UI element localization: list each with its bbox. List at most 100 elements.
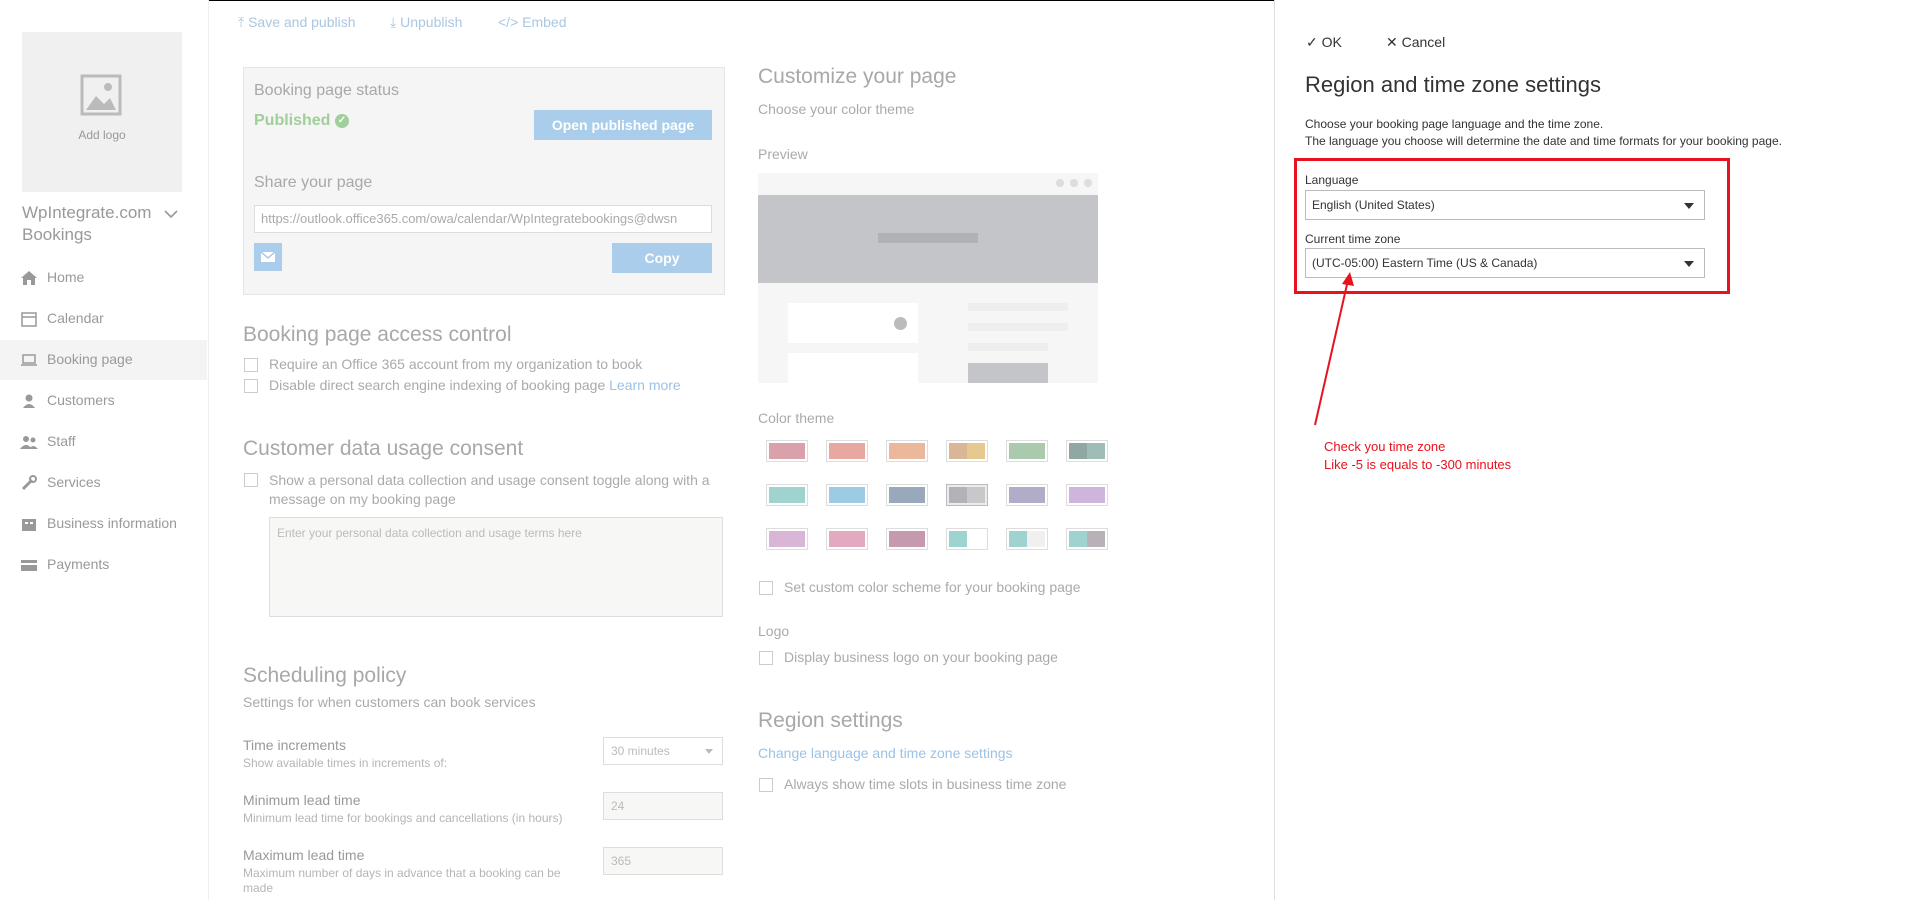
color-theme-swatch[interactable] xyxy=(766,440,808,462)
consent-checkbox[interactable] xyxy=(244,473,258,487)
swatch-color xyxy=(787,487,805,503)
sidebar-item-home[interactable]: Home xyxy=(0,258,207,298)
swatch-color xyxy=(889,487,907,503)
chevron-down-icon xyxy=(1684,203,1694,209)
preview-line xyxy=(968,343,1048,351)
swatch-color xyxy=(949,487,967,503)
business-timezone-checkbox[interactable] xyxy=(759,778,773,792)
color-theme-swatch[interactable] xyxy=(766,484,808,506)
max-lead-desc: Maximum number of days in advance that a… xyxy=(243,866,561,896)
disable-indexing-checkbox[interactable] xyxy=(244,379,258,393)
ok-button[interactable]: ✓ OK xyxy=(1306,34,1342,51)
embed-button[interactable]: </> Embed xyxy=(498,14,567,30)
sidebar-item-services[interactable]: Services xyxy=(0,463,207,503)
swatch-color xyxy=(907,443,925,459)
color-theme-swatch[interactable] xyxy=(946,440,988,462)
business-name[interactable]: WpIntegrate.com Bookings xyxy=(22,202,172,246)
display-logo-checkbox[interactable] xyxy=(759,651,773,665)
preview-card xyxy=(788,353,918,383)
left-nav: Add logo WpIntegrate.com Bookings Home C… xyxy=(0,0,209,900)
swatch-color xyxy=(787,531,805,547)
sidebar-item-staff[interactable]: Staff xyxy=(0,422,207,462)
open-published-page-button[interactable]: Open published page xyxy=(534,110,712,140)
require-account-checkbox[interactable] xyxy=(244,358,258,372)
swatch-color xyxy=(1009,487,1027,503)
unpublish-button[interactable]: ⤓ Unpublish xyxy=(390,14,462,31)
panel-title: Region and time zone settings xyxy=(1305,72,1601,97)
sidebar-item-calendar[interactable]: Calendar xyxy=(0,299,207,339)
preview-header-band xyxy=(758,195,1098,283)
ok-label: OK xyxy=(1321,34,1342,50)
sidebar-item-label: Payments xyxy=(47,556,110,572)
language-select[interactable]: English (United States) xyxy=(1305,190,1705,220)
chevron-down-icon xyxy=(1684,261,1694,267)
custom-scheme-checkbox[interactable] xyxy=(759,581,773,595)
save-publish-label: Save and publish xyxy=(248,14,356,30)
image-icon xyxy=(80,74,122,116)
swatch-color xyxy=(907,531,925,547)
consent-label-line2: message on my booking page xyxy=(269,491,456,507)
swatch-color xyxy=(967,487,985,503)
swatch-color xyxy=(1027,487,1045,503)
swatch-color xyxy=(769,487,787,503)
min-lead-desc: Minimum lead time for bookings and cance… xyxy=(243,811,563,825)
panel-description: Choose your booking page language and th… xyxy=(1305,116,1782,150)
time-increments-select[interactable]: 30 minutes xyxy=(603,737,723,765)
consent-terms-textarea[interactable]: Enter your personal data collection and … xyxy=(269,517,723,617)
add-logo-tile[interactable]: Add logo xyxy=(22,32,182,192)
color-theme-swatch[interactable] xyxy=(1006,484,1048,506)
max-lead-desc-line2: made xyxy=(243,881,274,895)
color-theme-swatch[interactable] xyxy=(946,528,988,550)
learn-more-link[interactable]: Learn more xyxy=(609,377,681,393)
color-theme-swatch[interactable] xyxy=(826,528,868,550)
color-theme-swatch[interactable] xyxy=(946,484,988,506)
preview-line xyxy=(968,303,1068,311)
color-theme-swatch[interactable] xyxy=(826,484,868,506)
sidebar-item-payments[interactable]: Payments xyxy=(0,545,207,585)
preview-button xyxy=(968,363,1048,383)
booking-url-field[interactable]: https://outlook.office365.com/owa/calend… xyxy=(254,205,712,233)
change-language-timezone-link[interactable]: Change language and time zone settings xyxy=(758,745,1013,761)
chevron-down-icon[interactable] xyxy=(163,206,179,222)
copy-button[interactable]: Copy xyxy=(612,243,712,273)
color-theme-swatch[interactable] xyxy=(886,484,928,506)
timezone-select[interactable]: (UTC-05:00) Eastern Time (US & Canada) xyxy=(1305,248,1705,278)
max-lead-input[interactable]: 365 xyxy=(603,847,723,875)
swatch-color xyxy=(829,531,847,547)
color-theme-swatch[interactable] xyxy=(886,440,928,462)
disable-indexing-text: Disable direct search engine indexing of… xyxy=(269,377,606,393)
annotation-line1: Check you time zone xyxy=(1324,439,1446,454)
swatch-color xyxy=(967,443,985,459)
color-theme-swatch[interactable] xyxy=(826,440,868,462)
consent-title: Customer data usage consent xyxy=(243,437,524,460)
sidebar-item-booking-page[interactable]: Booking page xyxy=(0,340,207,380)
color-theme-swatch[interactable] xyxy=(1066,484,1108,506)
booking-status-card: Booking page status Published ✓ Open pub… xyxy=(243,67,725,295)
color-theme-swatch[interactable] xyxy=(1066,440,1108,462)
swatch-color xyxy=(829,487,847,503)
swatch-color xyxy=(1087,531,1105,547)
color-theme-swatch[interactable] xyxy=(1006,440,1048,462)
color-theme-swatch[interactable] xyxy=(1006,528,1048,550)
min-lead-label: Minimum lead time xyxy=(243,792,361,808)
customize-title: Customize your page xyxy=(758,65,957,88)
color-theme-swatch[interactable] xyxy=(1066,528,1108,550)
sidebar-item-business-information[interactable]: Business information xyxy=(0,504,207,544)
save-publish-button[interactable]: ⤒ Save and publish xyxy=(238,14,356,31)
customize-subtitle: Choose your color theme xyxy=(758,101,915,117)
panel-description-line2: The language you choose will determine t… xyxy=(1305,134,1782,148)
swatch-color xyxy=(847,443,865,459)
calendar-icon xyxy=(21,312,37,327)
sidebar-item-customers[interactable]: Customers xyxy=(0,381,207,421)
min-lead-input[interactable]: 24 xyxy=(603,792,723,820)
swatch-color xyxy=(1027,531,1045,547)
code-icon: </> xyxy=(498,14,519,30)
color-theme-label: Color theme xyxy=(758,410,835,426)
color-theme-swatch[interactable] xyxy=(886,528,928,550)
color-theme-swatch[interactable] xyxy=(766,528,808,550)
email-icon[interactable] xyxy=(254,243,282,271)
business-name-line2: Bookings xyxy=(22,225,92,244)
cancel-button[interactable]: ✕ Cancel xyxy=(1386,34,1445,51)
swatch-color xyxy=(889,531,907,547)
page-preview xyxy=(758,173,1098,383)
